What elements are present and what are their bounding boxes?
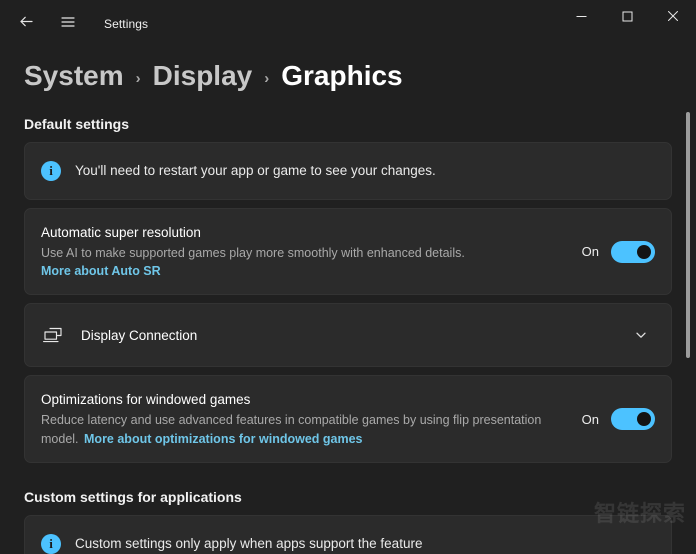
back-arrow-icon [18, 13, 35, 35]
breadcrumb: System › Display › Graphics [24, 48, 672, 100]
more-about-windowed-games-link[interactable]: More about optimizations for windowed ga… [84, 432, 363, 446]
expander-card-display-connection[interactable]: Display Connection [24, 303, 672, 368]
restart-info-banner: i You'll need to restart your app or gam… [24, 142, 672, 200]
scrollbar-thumb[interactable] [686, 112, 690, 358]
setting-row: Automatic super resolution Use AI to mak… [25, 209, 671, 294]
close-button[interactable] [650, 0, 696, 32]
minimize-button[interactable] [558, 0, 604, 32]
setting-description: Use AI to make supported games play more… [41, 245, 465, 260]
breadcrumb-item-system[interactable]: System [24, 60, 124, 92]
setting-title: Optimizations for windowed games [41, 392, 251, 408]
more-about-auto-sr-link[interactable]: More about Auto SR [41, 264, 161, 278]
maximize-button[interactable] [604, 0, 650, 32]
setting-description: Reduce latency and use advanced features… [41, 411, 570, 449]
toggle-knob [637, 244, 651, 259]
minimize-icon [576, 11, 587, 22]
chevron-down-icon[interactable] [627, 321, 655, 349]
setting-card-automatic-super-resolution[interactable]: Automatic super resolution Use AI to mak… [24, 208, 672, 296]
section-heading-custom-settings: Custom settings for applications [24, 489, 242, 506]
display-connection-icon [41, 323, 65, 347]
app-title: Settings [104, 17, 149, 31]
custom-settings-info-banner: i Custom settings only apply when apps s… [24, 515, 672, 554]
back-button[interactable] [8, 8, 44, 40]
banner-content: i You'll need to restart your app or gam… [25, 143, 671, 199]
setting-control-group: On [581, 408, 655, 431]
banner-text: Custom settings only apply when apps sup… [75, 536, 423, 552]
breadcrumb-item-graphics: Graphics [281, 60, 403, 91]
setting-control-group: On [581, 240, 655, 263]
banner-text: You'll need to restart your app or game … [75, 162, 436, 178]
vertical-scrollbar[interactable] [683, 104, 693, 550]
breadcrumb-separator-icon: › [135, 69, 141, 87]
info-icon: i [41, 161, 61, 181]
settings-content-area: System › Display › Graphics Default sett… [0, 48, 696, 554]
toggle-state-label: On [581, 244, 599, 260]
close-icon [667, 10, 679, 22]
setting-text-block: Optimizations for windowed games Reduce … [41, 390, 570, 448]
breadcrumb-separator-icon: › [264, 69, 270, 87]
section-heading-default-settings: Default settings [24, 116, 130, 132]
auto-super-resolution-toggle[interactable] [611, 240, 655, 263]
maximize-icon [622, 11, 633, 22]
expander-row[interactable]: Display Connection [25, 304, 671, 366]
hamburger-menu-icon [60, 14, 76, 35]
title-bar: Settings [0, 0, 696, 48]
setting-card-windowed-games-optimizations[interactable]: Optimizations for windowed games Reduce … [24, 375, 672, 464]
info-icon: i [41, 534, 61, 554]
expander-title: Display Connection [81, 327, 198, 343]
banner-content: i Custom settings only apply when apps s… [25, 516, 671, 554]
setting-row: Optimizations for windowed games Reduce … [25, 376, 671, 462]
breadcrumb-item-display[interactable]: Display [153, 60, 253, 92]
toggle-knob [637, 412, 651, 427]
setting-text-block: Automatic super resolution Use AI to mak… [41, 223, 570, 280]
window-controls [558, 0, 696, 48]
windowed-games-optimizations-toggle[interactable] [611, 408, 655, 431]
toggle-state-label: On [581, 411, 599, 427]
navigation-menu-button[interactable] [50, 8, 86, 40]
setting-title: Automatic super resolution [41, 225, 201, 240]
